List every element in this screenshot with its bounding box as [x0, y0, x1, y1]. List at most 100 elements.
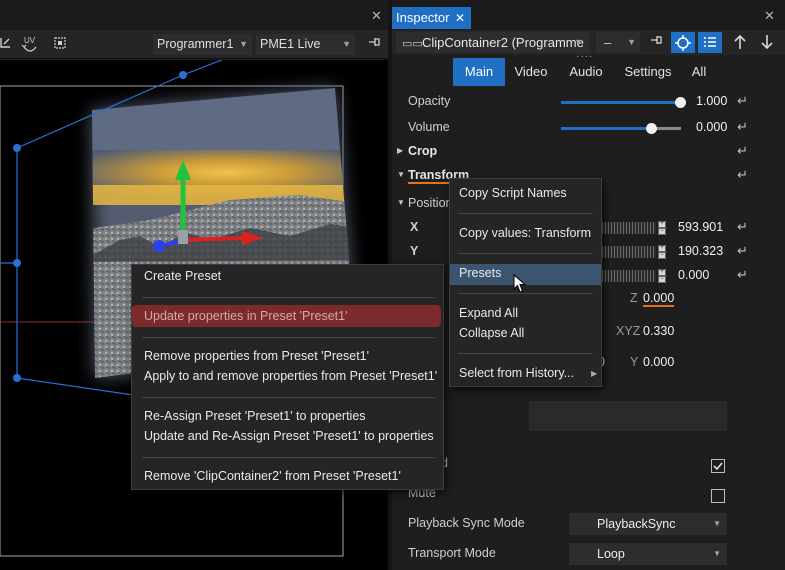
menu-separator: [142, 457, 435, 458]
menu-separator: [142, 297, 435, 298]
menu-item-copy-values-transform[interactable]: Copy values: Transform: [450, 223, 601, 243]
opacity-row: Opacity 1.000 ↵: [392, 90, 785, 114]
crop-title: Crop: [408, 144, 438, 158]
menu-item-select-from-history[interactable]: Select from History...: [450, 363, 601, 383]
list-view-button[interactable]: [698, 32, 722, 53]
pin-icon[interactable]: [364, 35, 384, 55]
scale-z-value[interactable]: 0.000: [643, 291, 675, 307]
tab-settings[interactable]: Settings: [618, 58, 678, 86]
position-x-label: X: [410, 220, 419, 234]
transport-mode-row: Transport Mode Loop ▼: [392, 542, 785, 566]
chevron-down-icon: ▼: [574, 37, 583, 47]
pme-select-value: PME1 Live: [260, 37, 321, 51]
menu-separator: [142, 397, 435, 398]
viewport-close-button[interactable]: ✕: [371, 8, 382, 24]
programmer-select[interactable]: Programmer1 ▼: [153, 34, 252, 55]
reset-icon[interactable]: ↵: [737, 219, 748, 235]
inspector-tab-label: Inspector: [396, 10, 450, 25]
mute-checkbox[interactable]: [711, 489, 725, 503]
menu-item-create-preset[interactable]: Create Preset: [132, 266, 443, 286]
position-z-spinner[interactable]: + −: [658, 269, 666, 283]
enabled-row: d: [392, 452, 785, 476]
crop-frame-icon[interactable]: [50, 35, 70, 55]
inspector-tab-close-button[interactable]: ✕: [455, 7, 465, 29]
tab-video[interactable]: Video: [507, 58, 555, 86]
menu-item-expand-all[interactable]: Expand All: [450, 303, 601, 323]
volume-row: Volume 0.000 ↵: [392, 116, 785, 140]
scale-z-label: Z: [630, 291, 638, 305]
menu-item-collapse-all[interactable]: Collapse All: [450, 323, 601, 343]
menu-item-update-properties[interactable]: Update properties in Preset 'Preset1': [132, 306, 443, 326]
arrow-up-icon: [734, 34, 746, 49]
preset-select[interactable]: – ▼: [596, 32, 640, 53]
programmer-select-value: Programmer1: [157, 37, 234, 51]
enabled-checkbox[interactable]: [711, 459, 725, 473]
mute-row: Mute: [392, 482, 785, 506]
collapse-arrow-icon: ▼: [397, 170, 405, 179]
position-x-jog[interactable]: [602, 222, 656, 234]
menu-item-copy-script-names[interactable]: Copy Script Names: [450, 183, 601, 203]
position-y-label: Y: [410, 244, 419, 258]
position-x-spinner[interactable]: + −: [658, 221, 666, 235]
transport-mode-label: Transport Mode: [408, 546, 496, 560]
tab-audio[interactable]: Audio: [562, 58, 610, 86]
reset-icon[interactable]: ↵: [737, 143, 748, 159]
position-y-spinner[interactable]: + −: [658, 245, 666, 259]
opacity-slider-fill: [561, 101, 676, 104]
rotation-y-value[interactable]: 0.000: [643, 355, 674, 369]
pin-button[interactable]: [644, 32, 668, 53]
position-y-value[interactable]: 190.323: [678, 244, 723, 258]
playback-sync-row: Playback Sync Mode PlaybackSync ▼: [392, 512, 785, 536]
crop-section[interactable]: ▶ Crop ↵: [392, 140, 785, 164]
position-x-value[interactable]: 593.901: [678, 220, 723, 234]
volume-value[interactable]: 0.000: [696, 120, 727, 134]
reset-icon[interactable]: ↵: [737, 93, 748, 109]
chevron-down-icon: ▼: [239, 39, 248, 49]
reset-icon[interactable]: ↵: [737, 167, 748, 183]
viewport-title-bar: ✕: [0, 0, 390, 30]
position-y-jog[interactable]: [602, 246, 656, 258]
playback-sync-value: PlaybackSync: [597, 517, 676, 531]
opacity-value[interactable]: 1.000: [696, 94, 727, 108]
opacity-label: Opacity: [408, 94, 451, 108]
volume-slider[interactable]: [561, 123, 681, 134]
expand-arrow-icon: ▶: [397, 146, 404, 155]
object-select[interactable]: ▭▭ ClipContainer2 (Programme ▼: [396, 32, 589, 53]
volume-slider-knob[interactable]: [646, 123, 657, 134]
opacity-slider-knob[interactable]: [675, 97, 686, 108]
menu-item-update-and-reassign[interactable]: Update and Re-Assign Preset 'Preset1' to…: [132, 426, 443, 446]
opacity-slider[interactable]: [561, 97, 686, 108]
playback-sync-select[interactable]: PlaybackSync ▼: [569, 513, 727, 535]
mouse-cursor-icon: [513, 274, 527, 293]
reset-icon[interactable]: ↵: [737, 267, 748, 283]
pme-select[interactable]: PME1 Live ▼: [256, 34, 355, 55]
text-field[interactable]: [529, 401, 727, 431]
scale-xyz-label: XYZ: [616, 324, 641, 338]
reset-icon[interactable]: ↵: [737, 119, 748, 135]
menu-item-reassign-preset[interactable]: Re-Assign Preset 'Preset1' to properties: [132, 406, 443, 426]
move-up-button[interactable]: [728, 32, 752, 53]
checkmark-icon: [713, 462, 723, 471]
menu-item-apply-and-remove[interactable]: Apply to and remove properties from Pres…: [132, 366, 443, 386]
reset-icon[interactable]: ↵: [737, 243, 748, 259]
menu-item-remove-properties[interactable]: Remove properties from Preset 'Preset1': [132, 346, 443, 366]
chevron-down-icon: ▼: [713, 549, 721, 558]
tab-all[interactable]: All: [684, 58, 714, 86]
uv-tool-icon[interactable]: UV: [20, 35, 40, 55]
inspector-close-button[interactable]: ✕: [764, 8, 775, 24]
menu-item-remove-from-preset[interactable]: Remove 'ClipContainer2' from Preset 'Pre…: [132, 466, 443, 486]
arrow-down-icon: [761, 35, 773, 50]
submenu-arrow-icon: ▶: [591, 369, 598, 378]
target-button[interactable]: [671, 32, 695, 53]
position-z-jog[interactable]: [602, 270, 656, 282]
clip-container-icon: ▭▭: [402, 38, 423, 50]
tab-main[interactable]: Main: [453, 58, 505, 86]
rotate-tool-icon[interactable]: [0, 35, 16, 55]
scale-xyz-value[interactable]: 0.330: [643, 324, 674, 338]
position-z-value[interactable]: 0.000: [678, 268, 709, 282]
move-down-button[interactable]: [755, 32, 779, 53]
transport-mode-select[interactable]: Loop ▼: [569, 543, 727, 565]
inspector-tab[interactable]: Inspector ✕: [392, 7, 471, 29]
chevron-down-icon: ▼: [627, 37, 636, 47]
menu-separator: [458, 253, 593, 254]
